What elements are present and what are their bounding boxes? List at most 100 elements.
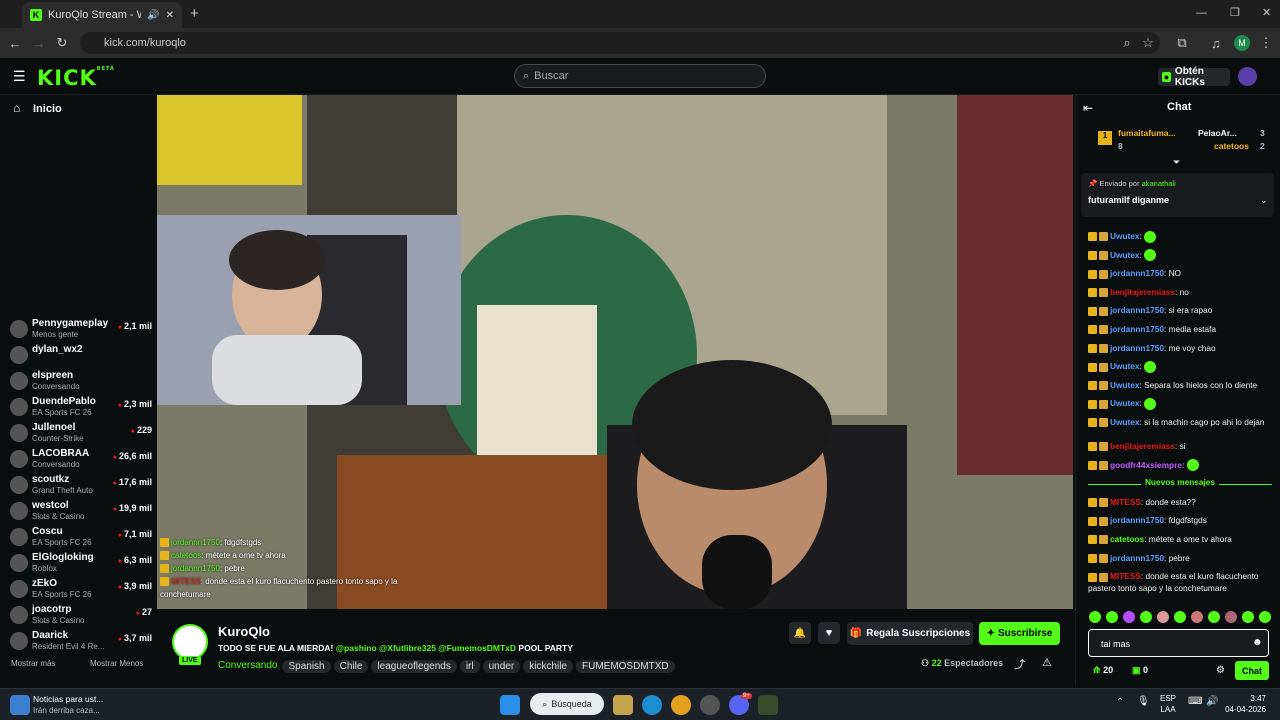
follow-heart-button[interactable]: ♥ bbox=[818, 622, 840, 644]
browser-tab[interactable]: K KuroQlo Stream - Watch Li 🔊 ✕ bbox=[22, 2, 182, 28]
bookmark-star-icon[interactable]: ☆ bbox=[1138, 33, 1158, 53]
emote-icon[interactable] bbox=[1225, 611, 1237, 623]
sidebar-channel[interactable]: westcolSlots & Casino 19,9 mil bbox=[8, 500, 156, 526]
news-widget-icon[interactable] bbox=[10, 695, 30, 715]
notification-bell-button[interactable]: 🔔 bbox=[789, 622, 811, 644]
emote-icon[interactable] bbox=[1208, 611, 1220, 623]
stream-tag[interactable]: Spanish bbox=[282, 660, 331, 673]
emote-icon[interactable] bbox=[1089, 611, 1101, 623]
windows-start-icon[interactable] bbox=[500, 695, 520, 715]
language-indicator[interactable]: ESP LAA bbox=[1160, 693, 1176, 715]
back-icon[interactable]: ← bbox=[5, 33, 25, 53]
stream-tag[interactable]: kickchile bbox=[523, 660, 573, 673]
kick-logo[interactable]: KICKBETA bbox=[37, 66, 115, 90]
streamer-name[interactable]: KuroQlo bbox=[218, 624, 270, 639]
chat-message[interactable]: Uwutex: bbox=[1088, 397, 1272, 411]
chat-message[interactable]: jordannn1750: si era rapao bbox=[1088, 304, 1272, 316]
chevron-down-icon[interactable]: ⌄ bbox=[1260, 195, 1268, 206]
network-icon[interactable]: ⌨ bbox=[1188, 696, 1202, 707]
chat-message[interactable]: catetoos: métete a ome tv ahora bbox=[1088, 533, 1272, 545]
emote-icon[interactable] bbox=[1140, 611, 1152, 623]
home-icon[interactable]: ⌂ bbox=[13, 101, 20, 115]
video-player[interactable]: jordannn1750: fdgdfstgds catetoos: métete… bbox=[157, 95, 1073, 609]
url-field[interactable]: kick.com/kuroqlo bbox=[80, 32, 1160, 54]
sidebar-channel[interactable]: LACOBRAAConversando 26,6 mil bbox=[8, 448, 156, 474]
window-close-icon[interactable]: ✕ bbox=[1262, 6, 1271, 19]
sidebar-channel[interactable]: DuendePabloEA Sports FC 26 2,3 mil bbox=[8, 396, 156, 422]
emoji-picker-icon[interactable]: ☻ bbox=[1252, 637, 1263, 648]
collapse-chat-icon[interactable]: ⇤ bbox=[1083, 101, 1093, 115]
stream-tag[interactable]: Chile bbox=[333, 660, 369, 673]
sidebar-channel[interactable]: elspreen Conversando bbox=[8, 370, 156, 396]
chat-send-button[interactable]: Chat bbox=[1235, 661, 1269, 680]
streamer-avatar[interactable] bbox=[172, 624, 208, 660]
extensions-icon[interactable]: ⧉ bbox=[1172, 33, 1192, 53]
leaderboard-user[interactable]: catetoos bbox=[1214, 141, 1249, 151]
emote-icon[interactable] bbox=[1191, 611, 1203, 623]
stream-tag[interactable]: under bbox=[482, 660, 521, 673]
hamburger-menu-icon[interactable]: ☰ bbox=[13, 68, 26, 85]
chat-message[interactable]: jordannn1750: me voy chao bbox=[1088, 342, 1272, 354]
user-avatar[interactable] bbox=[1238, 67, 1257, 86]
get-kicks-button[interactable]: ● Obtén KICKs bbox=[1158, 66, 1230, 88]
chat-message[interactable]: Uwutex: bbox=[1088, 360, 1272, 373]
news-title[interactable]: Noticias para ust... bbox=[33, 694, 103, 704]
show-more-button[interactable]: Mostrar más bbox=[11, 659, 55, 668]
chat-settings-icon[interactable]: ⚙ bbox=[1216, 665, 1225, 676]
sidebar-home-label[interactable]: Inicio bbox=[33, 103, 62, 115]
chat-message[interactable]: benjitajeremiass: no bbox=[1088, 286, 1272, 298]
emote-icon[interactable] bbox=[1174, 611, 1186, 623]
leaderboard-user[interactable]: fumaitafuma... bbox=[1118, 128, 1176, 138]
sidebar-channel[interactable]: ElGloglokingRoblox 6,3 mil bbox=[8, 552, 156, 578]
sidebar-channel[interactable]: JullenoelCounter-Strike 229 bbox=[8, 422, 156, 448]
stream-tag[interactable]: irl bbox=[459, 660, 480, 673]
chat-message[interactable]: MITESS: donde esta?? bbox=[1088, 496, 1272, 508]
chat-message[interactable]: jordannn1750: media estafa bbox=[1088, 323, 1272, 335]
sidebar-channel[interactable]: dylan_wx2 bbox=[8, 344, 156, 370]
browser-menu-icon[interactable]: ⋮ bbox=[1256, 33, 1276, 53]
chat-message[interactable]: jordannn1750: fdgdfstgds bbox=[1088, 514, 1272, 526]
chat-message[interactable]: jordannn1750: pebre bbox=[1088, 552, 1272, 564]
report-icon[interactable]: ⚠ bbox=[1042, 656, 1052, 669]
category-link[interactable]: Conversando bbox=[218, 660, 277, 671]
sidebar-channel[interactable]: scoutkzGrand Theft Auto 17,6 mil bbox=[8, 474, 156, 500]
app-icon[interactable] bbox=[700, 695, 720, 715]
tray-chevron-icon[interactable]: ⌃ bbox=[1116, 697, 1124, 708]
emote-icon[interactable] bbox=[1123, 611, 1135, 623]
zoom-icon[interactable]: ⌕ bbox=[1117, 33, 1137, 53]
close-icon[interactable]: ✕ bbox=[166, 10, 174, 21]
reload-icon[interactable]: ↻ bbox=[52, 33, 72, 53]
emote-icon[interactable] bbox=[1106, 611, 1118, 623]
chat-message[interactable]: Uwutex: bbox=[1088, 230, 1272, 243]
forward-icon[interactable]: → bbox=[29, 33, 49, 53]
emote-icon[interactable] bbox=[1259, 611, 1271, 623]
leaderboard-user[interactable]: PelaoAr... bbox=[1198, 128, 1237, 138]
clock[interactable]: 3:47 04-04-2026 bbox=[1222, 693, 1266, 715]
emote-icon[interactable] bbox=[1157, 611, 1169, 623]
sidebar-channel[interactable]: zEkOEA Sports FC 26 3,9 mil bbox=[8, 578, 156, 604]
emote-icon[interactable] bbox=[1242, 611, 1254, 623]
chat-message[interactable]: Uwutex: si la machin cago po ahi lo deja… bbox=[1088, 416, 1272, 428]
app-icon[interactable] bbox=[758, 695, 778, 715]
taskbar-search[interactable]: ⌕ Búsqueda bbox=[530, 693, 604, 715]
media-control-icon[interactable]: ♫ bbox=[1206, 33, 1226, 53]
chat-message[interactable]: MITESS: donde esta el kuro flacuchento p… bbox=[1088, 570, 1272, 594]
chat-input[interactable]: tai mas ☻ bbox=[1088, 629, 1269, 657]
search-input[interactable]: ⌕ Buscar bbox=[514, 64, 766, 88]
pinned-message[interactable]: 📌 Enviado por akanathali futuramilf diga… bbox=[1081, 173, 1274, 217]
maximize-icon[interactable]: ❐ bbox=[1230, 6, 1240, 19]
stream-tag[interactable]: leagueoflegends bbox=[371, 660, 457, 673]
gift-subs-button[interactable]: 🎁 Regala Suscripciones bbox=[847, 622, 973, 645]
chat-message[interactable]: Uwutex: bbox=[1088, 249, 1272, 262]
profile-avatar[interactable]: M bbox=[1234, 35, 1250, 51]
sidebar-channel[interactable]: DaarickResident Evil 4 Re... 3,7 mil bbox=[8, 630, 156, 656]
chat-message[interactable]: jordannn1750: NO bbox=[1088, 267, 1272, 279]
chat-message[interactable]: Uwutex: Separa los hielos con lo diente bbox=[1088, 379, 1272, 391]
sidebar-channel[interactable]: joacotrpSlots & Casino 27 bbox=[8, 604, 156, 630]
show-less-button[interactable]: Mostrar Menos bbox=[90, 659, 143, 668]
stream-tag[interactable]: FUMEMOSDMTXD bbox=[575, 660, 675, 673]
sidebar-channel[interactable]: CoscuEA Sports FC 26 7,1 mil bbox=[8, 526, 156, 552]
subscribe-button[interactable]: ✦ Suscribirse bbox=[979, 622, 1060, 645]
new-tab-button[interactable]: + bbox=[190, 5, 199, 22]
share-icon[interactable]: ⤴ bbox=[1014, 656, 1025, 672]
